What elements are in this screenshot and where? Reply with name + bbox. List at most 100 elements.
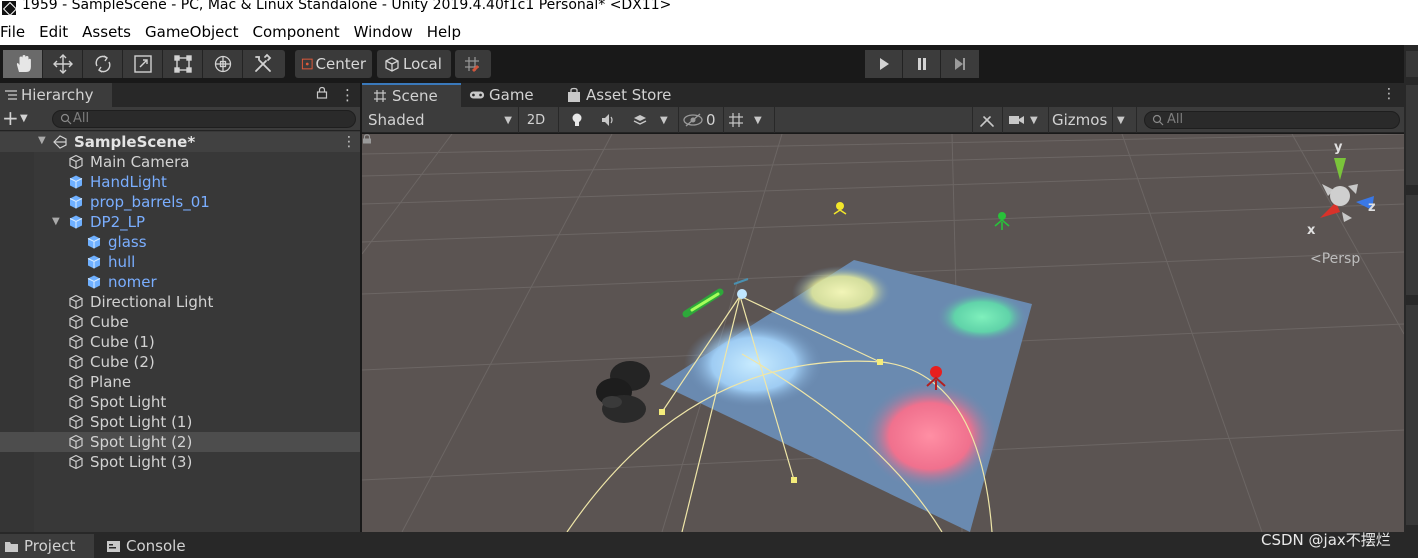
step-forward-icon xyxy=(955,58,965,70)
hierarchy-item[interactable]: glass xyxy=(0,232,360,252)
menu-window[interactable]: Window xyxy=(347,20,420,45)
audio-toggle[interactable] xyxy=(596,107,620,133)
hierarchy-toolbar: + ▼ All xyxy=(0,107,360,131)
hidden-objects-toggle[interactable]: 0 xyxy=(682,107,718,133)
expand-arrow-icon[interactable]: ▼ xyxy=(38,135,46,146)
menu-assets[interactable]: Assets xyxy=(75,20,138,45)
hierarchy-item-label: Cube xyxy=(90,313,129,331)
scene-root-row[interactable]: ▼ SampleScene* ⋮ xyxy=(0,132,360,152)
hierarchy-item[interactable]: Main Camera xyxy=(0,152,360,172)
snap-toggle[interactable] xyxy=(455,50,491,78)
hierarchy-item[interactable]: hull xyxy=(0,252,360,272)
custom-tool-button[interactable] xyxy=(243,50,283,78)
add-object-icon[interactable]: + xyxy=(2,108,19,128)
expand-arrow-icon[interactable]: ▼ xyxy=(52,216,60,227)
folder-icon xyxy=(5,541,18,552)
pause-button[interactable] xyxy=(903,50,941,78)
transform-tools xyxy=(3,50,285,78)
scene-toolbar: Shaded ▼ 2D ▼ 0 ▼ ▼ Gizmos ▼ All xyxy=(362,107,1404,133)
hierarchy-item-label: Cube (2) xyxy=(90,353,155,371)
hierarchy-item[interactable]: Directional Light xyxy=(0,292,360,312)
chevron-down-icon: ▼ xyxy=(660,114,668,126)
lighting-toggle[interactable] xyxy=(565,107,589,133)
hierarchy-item[interactable]: Spot Light (2) xyxy=(0,432,360,452)
transform-tool-button[interactable] xyxy=(203,50,243,78)
persp-toggle[interactable]: <Persp xyxy=(1310,251,1360,267)
search-icon xyxy=(60,113,72,125)
orientation-gizmo[interactable] xyxy=(1320,158,1374,222)
pivot-mode-toggle[interactable]: Center xyxy=(295,50,372,78)
prefab-cube-icon xyxy=(69,175,83,189)
tab-asset-store[interactable]: Asset Store xyxy=(566,83,686,107)
scene-search-input[interactable]: All xyxy=(1144,111,1400,129)
green-light-spot xyxy=(936,292,1028,342)
play-button[interactable] xyxy=(865,50,903,78)
play-icon xyxy=(879,58,889,70)
draw-mode-dropdown[interactable]: Shaded ▼ xyxy=(368,107,512,133)
hierarchy-item[interactable]: Spot Light xyxy=(0,392,360,412)
gizmos-dropdown[interactable]: ▼ xyxy=(1117,107,1129,133)
step-button[interactable] xyxy=(941,50,979,78)
hierarchy-item[interactable]: Spot Light (1) xyxy=(0,412,360,432)
hierarchy-item[interactable]: prop_barrels_01 xyxy=(0,192,360,212)
gizmos-button[interactable]: Gizmos xyxy=(1052,107,1108,133)
grid-toggle[interactable] xyxy=(726,107,746,133)
tab-console[interactable]: Console xyxy=(106,534,196,558)
pivot-rotation-toggle[interactable]: Local xyxy=(377,50,451,78)
pivot-mode-label: Center xyxy=(315,55,367,73)
menu-bar: File Edit Assets GameObject Component Wi… xyxy=(0,20,1418,45)
grid-icon xyxy=(374,90,386,102)
camera-settings-button[interactable]: ▼ xyxy=(1008,107,1044,133)
hierarchy-item[interactable]: Plane xyxy=(0,372,360,392)
tab-hierarchy[interactable]: Hierarchy xyxy=(0,83,112,107)
scene-viewport[interactable]: y x z <Persp xyxy=(362,134,1404,532)
rect-tool-button[interactable] xyxy=(163,50,203,78)
main-toolbar: Center Local xyxy=(0,45,1418,83)
lock-icon[interactable] xyxy=(316,86,328,99)
menu-file[interactable]: File xyxy=(0,20,32,45)
hierarchy-item[interactable]: Cube (2) xyxy=(0,352,360,372)
scene-kebab-menu-icon[interactable]: ⋮ xyxy=(342,132,356,152)
kebab-menu-icon[interactable]: ⋮ xyxy=(340,86,355,104)
2d-label: 2D xyxy=(526,112,546,128)
menu-edit[interactable]: Edit xyxy=(32,20,75,45)
spot-light-yellow-icon[interactable] xyxy=(833,202,847,215)
hierarchy-search-input[interactable]: All xyxy=(52,110,356,128)
tab-scene[interactable]: Scene xyxy=(362,83,461,107)
hand-tool-button[interactable] xyxy=(3,50,43,78)
hierarchy-item[interactable]: Spot Light (3) xyxy=(0,452,360,472)
effects-dropdown[interactable]: ▼ xyxy=(660,107,672,133)
rotate-tool-button[interactable] xyxy=(83,50,123,78)
gizmo-lock-icon[interactable] xyxy=(362,134,372,144)
menu-component[interactable]: Component xyxy=(246,20,347,45)
bottom-tab-bar: Project Console xyxy=(0,532,1418,558)
tab-asset-store-label: Asset Store xyxy=(586,86,672,104)
menu-gameobject[interactable]: GameObject xyxy=(138,20,246,45)
hierarchy-item[interactable]: Cube xyxy=(0,312,360,332)
gameobject-cube-icon xyxy=(69,434,83,450)
rect-transform-icon xyxy=(173,55,192,73)
menu-help[interactable]: Help xyxy=(420,20,468,45)
prop-barrels-object[interactable] xyxy=(596,361,650,423)
move-tool-button[interactable] xyxy=(43,50,83,78)
hierarchy-item[interactable]: Cube (1) xyxy=(0,332,360,352)
gameobject-cube-icon xyxy=(69,414,83,430)
tab-project[interactable]: Project xyxy=(0,534,94,558)
spot-light-green-icon[interactable] xyxy=(994,212,1010,230)
handlight-object[interactable] xyxy=(682,278,749,318)
pink-light-spot xyxy=(862,381,998,491)
hierarchy-item[interactable]: nomer xyxy=(0,272,360,292)
scene-kebab-menu-icon[interactable]: ⋮ xyxy=(1382,86,1396,102)
scale-tool-button[interactable] xyxy=(123,50,163,78)
component-tools-button[interactable] xyxy=(976,107,998,133)
scale-icon xyxy=(133,55,152,73)
tab-game-label: Game xyxy=(489,86,534,104)
hierarchy-item[interactable]: ▼ DP2_LP xyxy=(0,212,360,232)
hierarchy-item[interactable]: HandLight xyxy=(0,172,360,192)
2d-toggle-button[interactable]: 2D xyxy=(521,107,551,133)
effects-toggle[interactable] xyxy=(628,107,652,133)
tab-game[interactable]: Game xyxy=(469,83,555,107)
hierarchy-list-icon xyxy=(5,90,17,100)
chevron-down-icon[interactable]: ▼ xyxy=(20,113,28,124)
grid-dropdown[interactable]: ▼ xyxy=(754,107,766,133)
